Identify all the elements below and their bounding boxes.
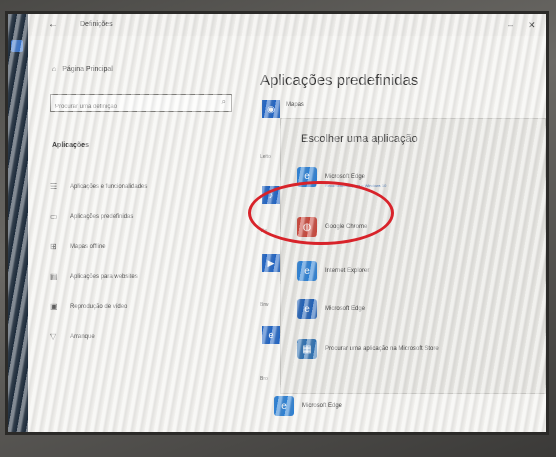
video-playback-icon: ▣ — [50, 302, 58, 311]
sidebar-item-apps-features[interactable]: ☰ Aplicações e funcionalidades — [50, 182, 147, 191]
sidebar-item-label: Aplicações predefinidas — [70, 213, 134, 220]
sidebar: ⌂ Página Principal ⌕ Aplicações ☰ Aplica… — [28, 36, 232, 432]
title-bar: ← Definições – ✕ — [28, 14, 546, 36]
app-name: Procurar uma aplicação na Microsoft Stor… — [325, 346, 439, 352]
edge-legacy-icon: e — [297, 299, 317, 319]
app-option-store[interactable]: ▦ Procurar uma aplicação na Microsoft St… — [297, 339, 439, 359]
app-name: Internet Explorer — [325, 268, 370, 274]
internet-explorer-icon: e — [297, 261, 317, 281]
app-name: Microsoft Edge — [325, 174, 366, 180]
app-option-edge-legacy[interactable]: e Microsoft Edge — [297, 299, 365, 319]
search-icon: ⌕ — [221, 97, 226, 106]
sidebar-item-default-apps[interactable]: ▭ Aplicações predefinidas — [50, 212, 133, 221]
window-title: Definições — [80, 21, 113, 28]
sidebar-item-startup[interactable]: ▽ Arranque — [50, 332, 95, 341]
browser-tile-icon[interactable]: e — [262, 326, 280, 344]
side-label: Bro — [260, 376, 268, 382]
flyout-title: Escolher uma aplicação — [301, 133, 418, 145]
apps-list-icon: ☰ — [50, 182, 58, 191]
maps-tile-icon[interactable]: ◉ — [262, 100, 280, 118]
desktop-strip — [8, 14, 28, 432]
side-label: Brw — [260, 302, 269, 308]
side-label: Leito — [260, 154, 271, 160]
desktop-shortcut-icon[interactable] — [11, 40, 23, 52]
app-name: Microsoft Edge — [302, 403, 343, 409]
home-icon: ⌂ — [52, 66, 57, 73]
sidebar-item-label: Mapas offline — [70, 243, 106, 250]
maps-label: Mapas — [286, 102, 305, 108]
sidebar-item-label: Arranque — [70, 333, 95, 340]
offline-maps-icon: ⊞ — [50, 242, 57, 251]
red-highlight-circle — [248, 181, 394, 245]
sidebar-item-label: Aplicações para websites — [70, 273, 138, 280]
app-chooser-flyout: Escolher uma aplicação e Microsoft Edge … — [280, 118, 546, 394]
sidebar-item-video-playback[interactable]: ▣ Reprodução de vídeo — [50, 302, 127, 311]
page-title: Aplicações predefinidas — [260, 72, 419, 89]
search-input[interactable] — [51, 100, 209, 114]
app-option-internet-explorer[interactable]: e Internet Explorer — [297, 261, 369, 281]
minimize-button[interactable]: – — [508, 20, 513, 30]
default-apps-icon: ▭ — [50, 212, 58, 221]
home-link[interactable]: ⌂ Página Principal — [52, 66, 113, 73]
video-tile-icon[interactable]: ▶ — [262, 254, 280, 272]
sidebar-item-label: Aplicações e funcionalidades — [70, 183, 148, 190]
edge-icon: e — [274, 396, 294, 416]
sidebar-item-offline-maps[interactable]: ⊞ Mapas offline — [50, 242, 106, 251]
close-button[interactable]: ✕ — [528, 20, 536, 31]
home-label: Página Principal — [62, 66, 113, 73]
section-title: Aplicações — [52, 142, 89, 149]
search-field[interactable]: ⌕ — [50, 94, 232, 114]
websites-apps-icon: ▤ — [50, 272, 58, 281]
sidebar-item-label: Reprodução de vídeo — [70, 303, 128, 310]
startup-icon: ▽ — [50, 332, 57, 341]
sidebar-item-websites-apps[interactable]: ▤ Aplicações para websites — [50, 272, 138, 281]
current-default-browser[interactable]: e Microsoft Edge — [274, 396, 342, 416]
back-button[interactable]: ← — [48, 19, 58, 30]
app-name: Microsoft Edge — [325, 306, 366, 312]
store-icon: ▦ — [297, 339, 317, 359]
